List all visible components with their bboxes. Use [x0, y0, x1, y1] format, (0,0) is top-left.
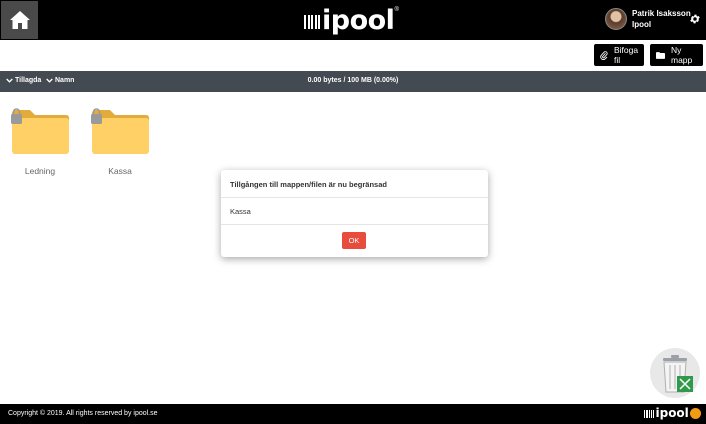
copyright-text: Copyright © 2019. All rights reserved by…	[8, 410, 158, 417]
logo-text: ipool	[322, 4, 395, 36]
gear-icon[interactable]	[689, 13, 701, 25]
footer: Copyright © 2019. All rights reserved by…	[0, 404, 706, 424]
home-icon	[9, 11, 30, 29]
logo-bars	[304, 11, 320, 29]
brand-logo: ipool ®	[304, 5, 399, 35]
folder-item[interactable]: Ledning	[10, 108, 70, 176]
ok-button[interactable]: OK	[342, 232, 366, 249]
divider	[221, 224, 488, 225]
sort-name-button[interactable]: Namn	[46, 77, 74, 84]
user-menu[interactable]: Patrik Isaksson Ipool	[605, 8, 691, 30]
new-folder-button[interactable]: Ny mapp	[650, 44, 703, 66]
attach-file-button[interactable]: Bifoga fil	[594, 44, 644, 66]
avatar[interactable]	[605, 8, 627, 30]
app: ipool ® Patrik Isaksson Ipool Bifoga fil	[0, 0, 706, 424]
sort-added-label: Tillagda	[15, 77, 42, 84]
user-name: Patrik Isaksson	[632, 9, 691, 18]
file-toolbar: 0.00 bytes / 100 MB (0.00%) Tillagda Nam…	[0, 71, 706, 92]
folder-icon	[656, 51, 665, 59]
chevron-down-icon	[46, 78, 53, 83]
storage-usage: 0.00 bytes / 100 MB (0.00%)	[307, 77, 399, 84]
user-info: Patrik Isaksson Ipool	[632, 8, 691, 30]
folder-item[interactable]: Kassa	[90, 108, 150, 176]
logo-badge-icon	[689, 407, 701, 419]
trash-bin-button[interactable]	[650, 348, 700, 398]
attach-file-label: Bifoga fil	[614, 45, 639, 65]
folder-label: Kassa	[108, 166, 132, 176]
sort-added-button[interactable]: Tillagda	[6, 77, 41, 84]
access-restricted-dialog: Tillgången till mappen/filen är nu begrä…	[221, 170, 488, 257]
folder-label: Ledning	[24, 166, 56, 176]
trash-icon	[663, 355, 693, 393]
logo-registered-mark: ®	[394, 7, 399, 13]
new-folder-label: Ny mapp	[671, 45, 693, 65]
sort-name-label: Namn	[55, 77, 75, 84]
divider	[221, 197, 488, 198]
footer-logo: ipool	[644, 407, 701, 419]
chevron-down-icon	[6, 78, 13, 83]
dialog-message: Kassa	[230, 207, 251, 216]
locked-folder-icon	[91, 108, 149, 154]
dialog-title: Tillgången till mappen/filen är nu begrä…	[230, 180, 387, 189]
locked-folder-icon	[11, 108, 69, 154]
top-bar: ipool ® Patrik Isaksson Ipool	[0, 0, 706, 40]
logo-bars	[644, 408, 655, 418]
paperclip-icon	[600, 50, 608, 60]
footer-logo-text: ipool	[655, 406, 689, 420]
home-button[interactable]	[1, 1, 38, 39]
user-org: Ipool	[632, 20, 652, 29]
